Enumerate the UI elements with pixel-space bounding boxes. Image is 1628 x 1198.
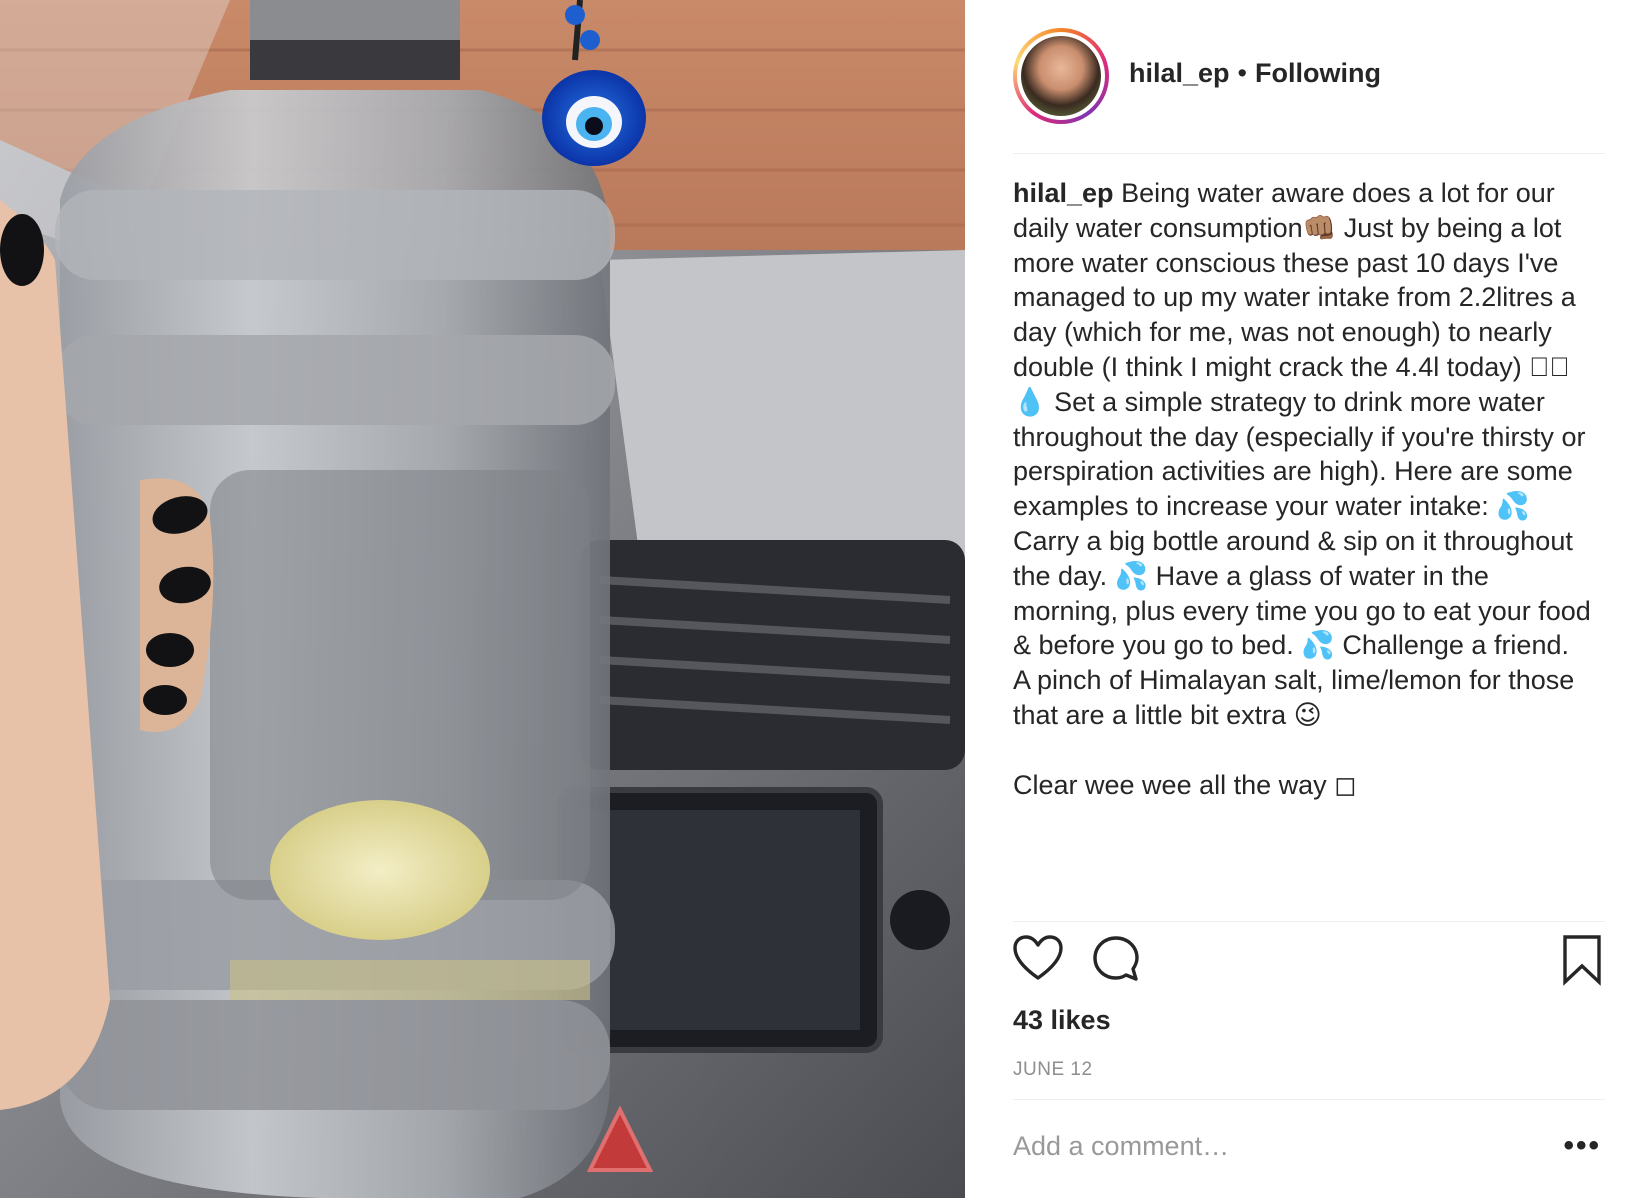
post-side-panel: hilal_ep • Following hilal_ep Being water … xyxy=(965,0,1628,1198)
comment-bubble-icon[interactable] xyxy=(1091,934,1141,984)
following-button[interactable]: Following xyxy=(1255,58,1381,88)
separator-dot: • xyxy=(1237,58,1247,88)
username-link[interactable]: hilal_ep xyxy=(1129,58,1230,88)
action-bar xyxy=(1013,934,1605,986)
caption-text: Being water aware does a lot for our dai… xyxy=(1013,178,1591,800)
post-caption: hilal_ep Being water aware does a lot fo… xyxy=(1013,176,1593,802)
more-options-icon[interactable]: ••• xyxy=(1563,1129,1601,1163)
profile-picture xyxy=(1021,36,1101,116)
heart-icon[interactable] xyxy=(1013,934,1063,982)
header-text: hilal_ep • Following xyxy=(1129,58,1381,89)
post-header: hilal_ep • Following xyxy=(1013,28,1605,154)
like-count[interactable]: 43 likes xyxy=(1013,1005,1111,1036)
comment-input[interactable] xyxy=(1013,1131,1513,1162)
divider xyxy=(1013,1099,1605,1100)
bookmark-icon[interactable] xyxy=(1561,934,1603,986)
instagram-post: hilal_ep • Following hilal_ep Being water … xyxy=(0,0,1628,1198)
water-bottle-photo xyxy=(0,0,965,1198)
caption-username-link[interactable]: hilal_ep xyxy=(1013,178,1114,208)
post-date[interactable]: JUNE 12 xyxy=(1013,1059,1093,1081)
divider xyxy=(1013,921,1605,922)
avatar[interactable] xyxy=(1013,28,1109,124)
comment-row: ••• xyxy=(1013,1123,1605,1175)
post-photo[interactable] xyxy=(0,0,965,1198)
